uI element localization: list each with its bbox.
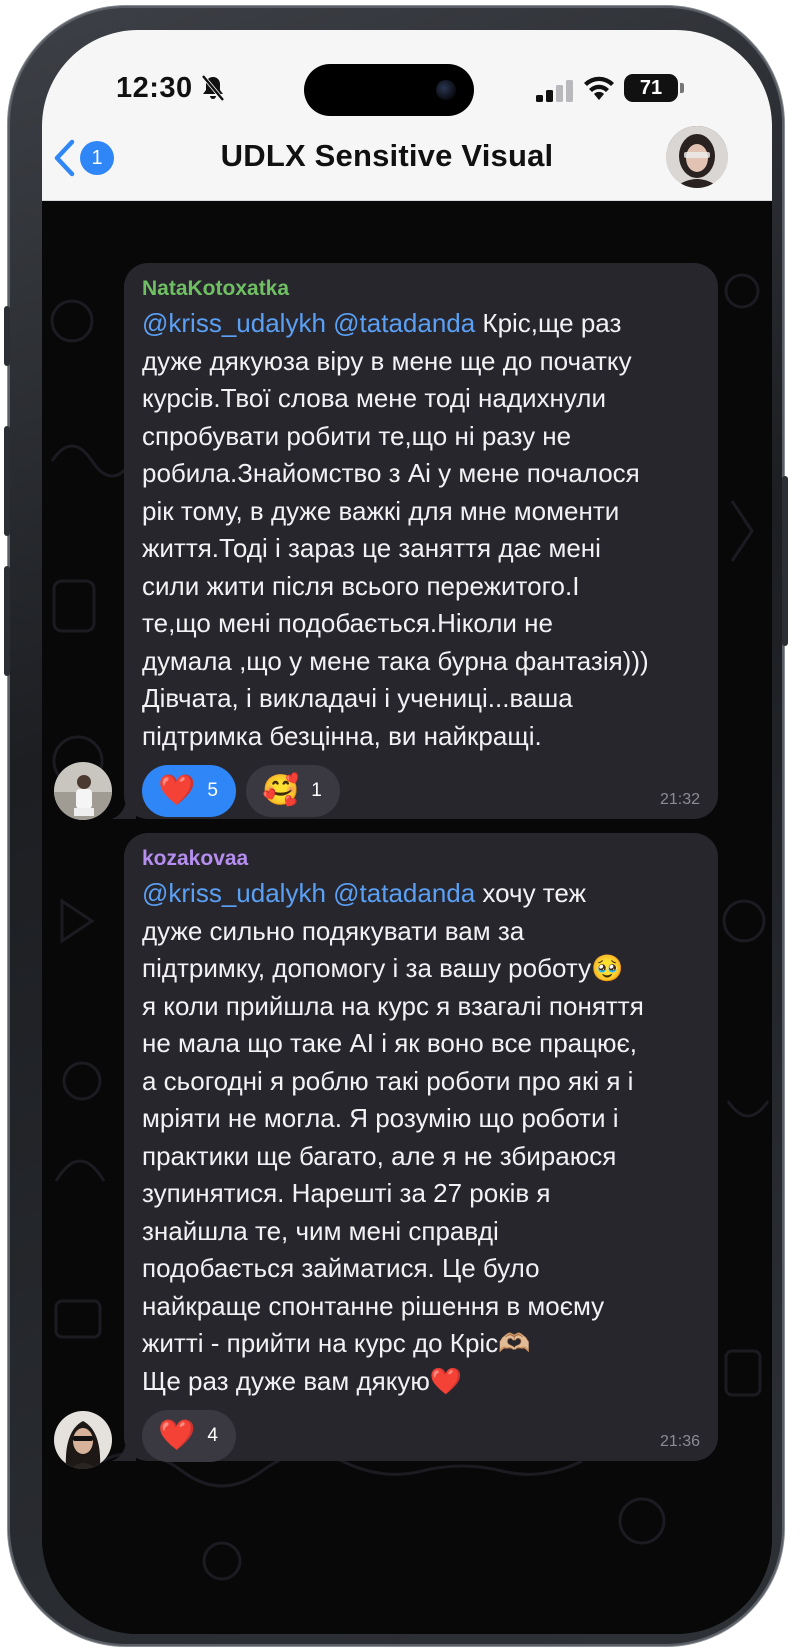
top-bar: 12:30 71 1 UDLX Sensitive Visual (42, 30, 772, 201)
reaction-smiling-hearts[interactable]: 🥰 1 (245, 765, 340, 817)
dynamic-island (304, 64, 474, 116)
mention-link[interactable]: @tatadanda (333, 878, 475, 908)
message-text: @kriss_udalykh @tatadanda хочу теж дуже … (142, 875, 700, 1400)
message-body: хочу теж дуже сильно подякувати вам за п… (142, 878, 644, 1396)
mute-switch (4, 306, 10, 366)
avatar-image (54, 1411, 112, 1469)
silent-bell-icon (201, 74, 225, 102)
reaction-heart[interactable]: ❤️ 4 (142, 1410, 236, 1462)
power-button (782, 476, 788, 646)
message-text: @kriss_udalykh @tatadanda Кріс,ще раз ду… (142, 305, 700, 755)
reaction-count: 4 (207, 1425, 218, 1446)
wifi-icon (584, 76, 614, 100)
reaction-count: 1 (311, 780, 322, 801)
screen: 12:30 71 1 UDLX Sensitive Visual NataKot… (42, 30, 772, 1634)
heart-icon: ❤️ (158, 774, 196, 807)
volume-up-button (4, 426, 10, 536)
sender-name[interactable]: kozakovaa (142, 847, 700, 871)
phone-frame: 12:30 71 1 UDLX Sensitive Visual NataKot… (4, 6, 788, 1646)
sender-avatar[interactable] (54, 1411, 112, 1469)
sender-name[interactable]: NataKotoxatka (142, 277, 700, 301)
message-bubble[interactable]: kozakovaa @kriss_udalykh @tatadanda хочу… (112, 833, 718, 1462)
cellular-signal-icon (536, 80, 573, 102)
reactions-row: ❤️ 4 (142, 1410, 700, 1462)
avatar-image (54, 762, 112, 820)
heart-icon: ❤️ (158, 1419, 196, 1452)
message-time: 21:36 (659, 1433, 700, 1450)
reactions-row: ❤️ 5 🥰 1 (142, 765, 700, 817)
bubble-tail (112, 797, 136, 819)
avatar-image (666, 126, 728, 188)
mention-link[interactable]: @tatadanda (333, 308, 475, 338)
reaction-count: 5 (207, 780, 218, 801)
mention-link[interactable]: @kriss_udalykh (142, 878, 326, 908)
bubble-tail (112, 1439, 136, 1461)
battery-indicator: 71 (624, 74, 678, 102)
status-time: 12:30 (116, 72, 193, 104)
sender-avatar[interactable] (54, 762, 112, 820)
volume-down-button (4, 566, 10, 676)
smiling-face-hearts-icon: 🥰 (261, 774, 300, 807)
message-time: 21:32 (659, 791, 700, 808)
reaction-heart[interactable]: ❤️ 5 (142, 765, 236, 817)
battery-tip (680, 83, 684, 93)
group-avatar[interactable] (666, 126, 728, 188)
mention-link[interactable]: @kriss_udalykh (142, 308, 326, 338)
message-body: Кріс,ще раз дуже дякуюза віру в мене ще … (142, 308, 649, 751)
message-bubble[interactable]: NataKotoxatka @kriss_udalykh @tatadanda … (112, 263, 718, 819)
chat-title[interactable]: UDLX Sensitive Visual (42, 138, 732, 174)
chat-area[interactable]: NataKotoxatka @kriss_udalykh @tatadanda … (42, 201, 772, 1634)
